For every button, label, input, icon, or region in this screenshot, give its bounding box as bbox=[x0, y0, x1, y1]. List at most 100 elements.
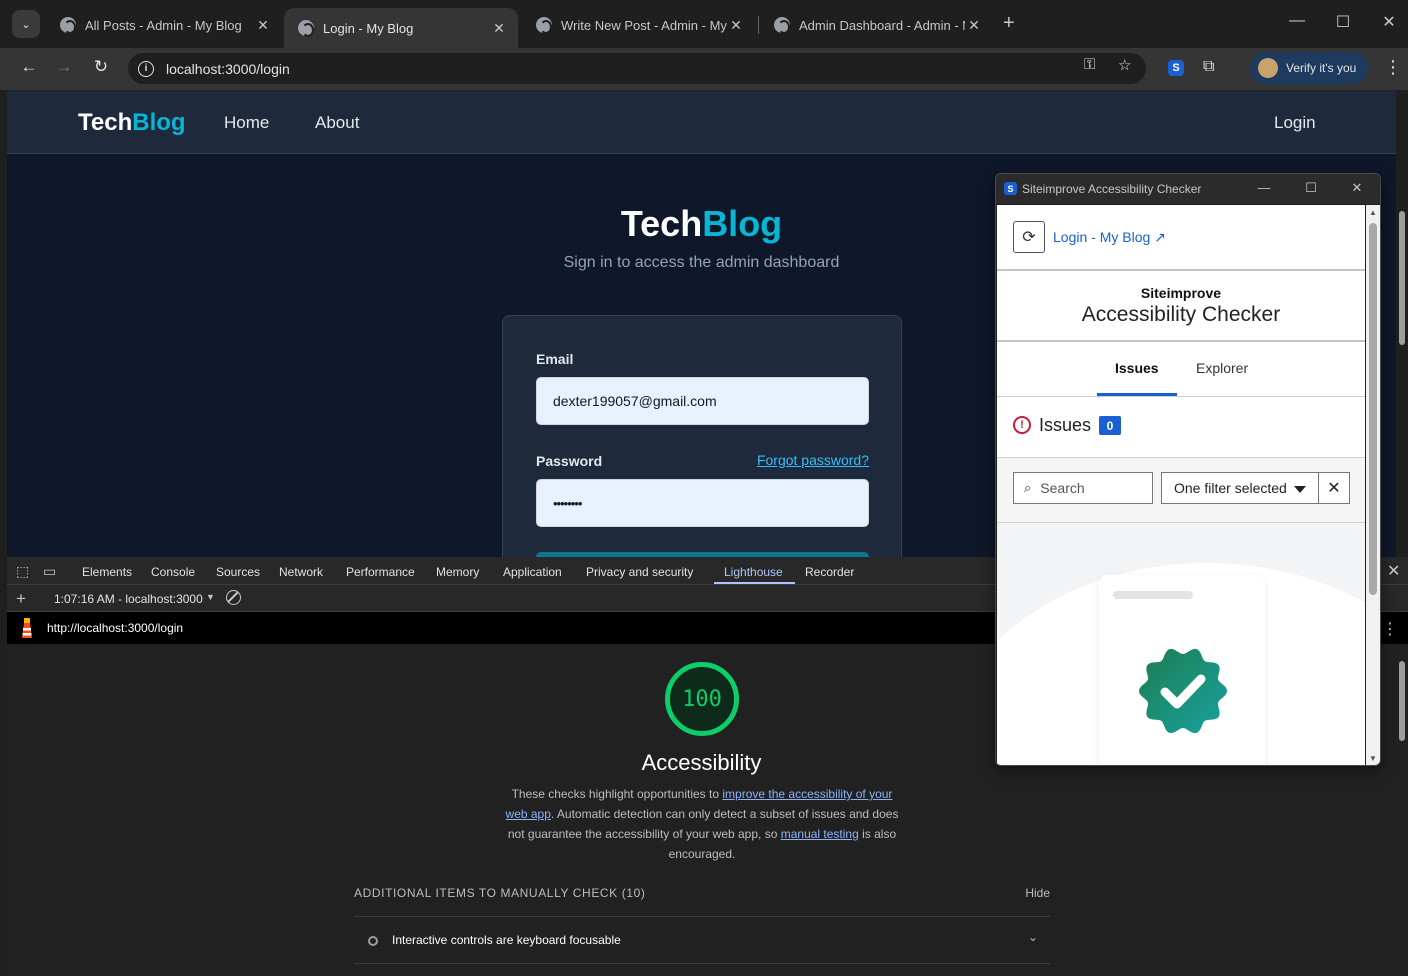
no-issues-illustration bbox=[997, 523, 1365, 765]
search-icon: ⌕ bbox=[1024, 480, 1032, 495]
login-form-card: Email dexter199057@gmail.com Password Fo… bbox=[502, 315, 902, 557]
brand-part-2: Blog bbox=[702, 203, 783, 244]
tab-recorder[interactable]: Recorder bbox=[805, 565, 854, 579]
avatar bbox=[1258, 58, 1278, 78]
reload-button[interactable]: ↻ bbox=[89, 57, 113, 77]
devtools-scroll-thumb[interactable] bbox=[1399, 661, 1405, 741]
close-icon[interactable]: ✕ bbox=[965, 17, 983, 34]
alert-icon: ! bbox=[1013, 416, 1031, 434]
minimize-button[interactable]: — bbox=[1274, 12, 1320, 30]
tab-separator bbox=[758, 16, 759, 34]
tab-application[interactable]: Application bbox=[503, 565, 562, 579]
forgot-password-link[interactable]: Forgot password? bbox=[757, 452, 869, 468]
clear-filter-button[interactable]: ✕ bbox=[1318, 472, 1350, 504]
password-key-icon[interactable]: ⚿ bbox=[1084, 56, 1095, 73]
close-icon[interactable]: ✕ bbox=[254, 17, 272, 34]
tab-performance[interactable]: Performance bbox=[346, 565, 415, 579]
nav-about-link[interactable]: About bbox=[315, 113, 359, 133]
site-navbar: TechBlog Home About Login bbox=[7, 91, 1396, 154]
scroll-up-icon[interactable]: ▲ bbox=[1369, 208, 1377, 217]
nav-home-link[interactable]: Home bbox=[224, 113, 269, 133]
tab-sources[interactable]: Sources bbox=[216, 565, 260, 579]
desc-text-1: These checks highlight opportunities to bbox=[511, 787, 723, 801]
divider bbox=[997, 396, 1365, 397]
divider bbox=[997, 340, 1365, 342]
placeholder-bar bbox=[1113, 591, 1193, 599]
report-menu-icon[interactable]: ⋮ bbox=[1382, 619, 1398, 639]
brand-name: Siteimprove bbox=[1140, 285, 1222, 301]
document-illustration bbox=[1099, 575, 1265, 765]
address-bar[interactable]: i localhost:3000/login bbox=[128, 53, 1146, 84]
tab-network[interactable]: Network bbox=[279, 565, 323, 579]
new-tab-button[interactable]: + bbox=[1003, 12, 1015, 35]
issues-count-badge: 0 bbox=[1099, 416, 1121, 435]
filter-label: One filter selected bbox=[1174, 480, 1287, 496]
clear-reports-icon[interactable] bbox=[226, 590, 241, 605]
caret-down-icon bbox=[1294, 486, 1306, 493]
profile-verify-button[interactable]: Verify it's you bbox=[1250, 52, 1368, 84]
inspect-element-icon[interactable]: ⬚ bbox=[16, 563, 29, 580]
brand-part-1: Tech bbox=[78, 109, 133, 136]
nav-login-link[interactable]: Login bbox=[1274, 113, 1316, 133]
tab-elements[interactable]: Elements bbox=[82, 565, 132, 579]
bookmark-star-icon[interactable]: ☆ bbox=[1118, 56, 1131, 74]
scroll-down-icon[interactable]: ▼ bbox=[1369, 754, 1377, 763]
popup-minimize-button[interactable]: — bbox=[1249, 180, 1279, 195]
scroll-thumb[interactable] bbox=[1369, 223, 1377, 595]
tab-memory[interactable]: Memory bbox=[436, 565, 479, 579]
site-logo[interactable]: TechBlog bbox=[78, 109, 186, 137]
globe-icon bbox=[536, 17, 552, 34]
page-scrollbar[interactable] bbox=[1396, 197, 1408, 557]
search-input[interactable]: ⌕ Search bbox=[1013, 472, 1153, 504]
browser-menu-icon[interactable]: ⋮ bbox=[1384, 57, 1402, 78]
hide-button[interactable]: Hide bbox=[1025, 886, 1050, 900]
report-selector[interactable]: 1:07:16 AM - localhost:3000 bbox=[54, 592, 203, 606]
tab-issues[interactable]: Issues bbox=[1115, 360, 1159, 376]
popup-title: Siteimprove Accessibility Checker bbox=[1022, 182, 1202, 196]
close-icon[interactable]: ✕ bbox=[727, 17, 745, 34]
extensions-puzzle-icon[interactable]: ⧉ bbox=[1203, 58, 1214, 76]
new-report-plus-icon[interactable]: + bbox=[16, 589, 26, 609]
page-title-link[interactable]: Login - My Blog ↗ bbox=[1053, 229, 1166, 246]
manual-testing-link[interactable]: manual testing bbox=[781, 827, 859, 841]
browser-tab-active[interactable]: Login - My Blog ✕ bbox=[284, 8, 518, 48]
popup-titlebar: S Siteimprove Accessibility Checker — ☐ … bbox=[996, 174, 1380, 204]
browser-tab[interactable]: Write New Post - Admin - My Blo ✕ bbox=[522, 8, 756, 42]
audit-row[interactable]: Interactive controls are keyboard focusa… bbox=[354, 917, 1050, 963]
lighthouse-icon bbox=[22, 618, 32, 638]
browser-tab[interactable]: All Posts - Admin - My Blog ✕ bbox=[46, 8, 282, 42]
tab-console[interactable]: Console bbox=[151, 565, 195, 579]
back-button[interactable]: ← bbox=[17, 57, 41, 77]
site-info-icon[interactable]: i bbox=[138, 60, 154, 77]
forward-button[interactable]: → bbox=[52, 57, 76, 77]
popup-maximize-button[interactable]: ☐ bbox=[1296, 180, 1326, 196]
tab-lighthouse[interactable]: Lighthouse bbox=[724, 565, 783, 579]
page-scroll-thumb[interactable] bbox=[1399, 211, 1405, 345]
filter-dropdown[interactable]: One filter selected bbox=[1161, 472, 1319, 504]
browser-tab[interactable]: Admin Dashboard - Admin - My ✕ bbox=[760, 8, 994, 42]
dropdown-caret-icon[interactable]: ▼ bbox=[206, 592, 215, 602]
report-url[interactable]: http://localhost:3000/login bbox=[47, 621, 183, 635]
globe-icon bbox=[774, 17, 790, 34]
device-toolbar-icon[interactable]: ▭ bbox=[43, 563, 56, 580]
siteimprove-content: ⟳ Login - My Blog ↗ Siteimprove Accessib… bbox=[997, 205, 1365, 765]
close-icon[interactable]: ✕ bbox=[490, 20, 508, 37]
email-field[interactable]: dexter199057@gmail.com bbox=[536, 377, 869, 425]
chevron-down-icon[interactable]: ⌄ bbox=[1028, 930, 1038, 944]
popup-scrollbar[interactable]: ▲ ▼ bbox=[1366, 205, 1380, 765]
maximize-button[interactable]: ☐ bbox=[1320, 12, 1366, 32]
siteimprove-extension-icon[interactable]: S bbox=[1168, 60, 1184, 76]
tab-search-button[interactable]: ⌄ bbox=[12, 10, 40, 38]
devtools-scrollbar[interactable] bbox=[1396, 645, 1408, 965]
tab-explorer[interactable]: Explorer bbox=[1196, 360, 1248, 376]
tab-privacy-security[interactable]: Privacy and security bbox=[586, 565, 693, 579]
refresh-button[interactable]: ⟳ bbox=[1013, 221, 1045, 253]
siteimprove-popup-window: S Siteimprove Accessibility Checker — ☐ … bbox=[995, 173, 1381, 766]
close-window-button[interactable]: ✕ bbox=[1366, 12, 1408, 32]
close-devtools-icon[interactable]: ✕ bbox=[1387, 561, 1400, 581]
address-url[interactable]: localhost:3000/login bbox=[166, 61, 290, 77]
password-field[interactable]: •••••••• bbox=[536, 479, 869, 527]
globe-icon bbox=[298, 20, 314, 37]
verified-check-badge-icon bbox=[1139, 648, 1227, 734]
popup-close-button[interactable]: ✕ bbox=[1342, 180, 1372, 196]
